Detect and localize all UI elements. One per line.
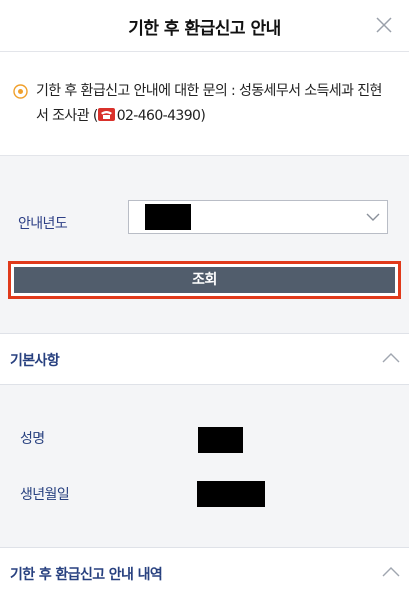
chevron-up-icon (382, 353, 400, 363)
header: 기한 후 환급신고 안내 (0, 0, 409, 52)
query-button-highlight: 조회 (8, 261, 401, 299)
page-title: 기한 후 환급신고 안내 (128, 19, 281, 39)
query-button[interactable]: 조회 (14, 267, 395, 293)
close-button[interactable] (371, 12, 397, 38)
name-value-redacted (198, 427, 243, 453)
basic-info-title: 기본사항 (10, 353, 60, 369)
birthdate-label: 생년월일 (20, 487, 70, 503)
chevron-up-icon (382, 567, 400, 577)
history-title: 기한 후 환급신고 안내 내역 (10, 567, 163, 583)
basic-info-header[interactable]: 기본사항 (0, 333, 409, 385)
year-label: 안내년도 (18, 216, 68, 232)
close-icon (376, 17, 392, 33)
name-label: 성명 (20, 431, 45, 447)
year-section: 안내년도 조회 (0, 157, 409, 333)
history-header[interactable]: 기한 후 환급신고 안내 내역 (0, 547, 409, 597)
basic-info-body: 성명 생년월일 (0, 387, 409, 535)
notice-box: 기한 후 환급신고 안내에 대한 문의 : 성동세무서 소득세과 진현서 조사관… (0, 52, 409, 156)
notice-text: 기한 후 환급신고 안내에 대한 문의 : 성동세무서 소득세과 진현서 조사관… (36, 79, 386, 129)
phone-icon (97, 108, 115, 121)
birthdate-value-redacted (197, 481, 265, 507)
phone-number[interactable]: 02-460-4390) (117, 108, 206, 124)
year-value-redacted (145, 204, 191, 230)
notice-message: 기한 후 환급신고 안내에 대한 문의 : 성동세무서 소득세과 진현서 조사관… (36, 83, 382, 124)
bullet-icon (13, 84, 28, 99)
chevron-down-icon (366, 213, 380, 221)
year-select[interactable] (128, 200, 388, 234)
